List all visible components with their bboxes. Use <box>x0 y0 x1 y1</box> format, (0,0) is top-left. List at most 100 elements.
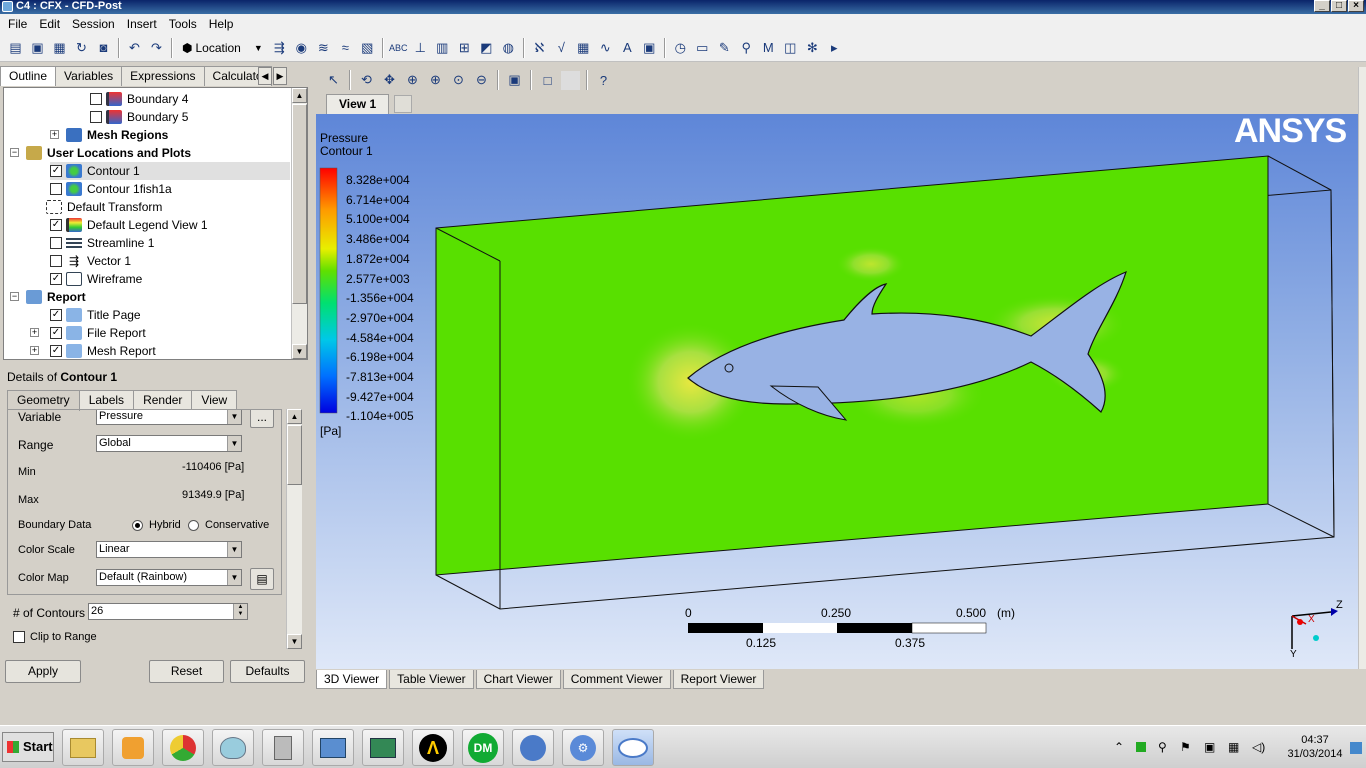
refresh-icon[interactable]: ↻ <box>72 38 91 57</box>
tab-scroll-left-button[interactable]: ◀ <box>258 67 272 85</box>
maximize-button[interactable]: □ <box>1331 0 1347 12</box>
checkbox[interactable]: ✓ <box>50 327 62 339</box>
chrome-icon[interactable] <box>162 729 204 766</box>
select-icon[interactable]: ↖ <box>324 71 343 90</box>
expand-icon[interactable]: + <box>30 328 39 337</box>
show-desktop-icon[interactable] <box>1350 742 1362 754</box>
checkbox[interactable] <box>90 111 102 123</box>
zoom-box-icon[interactable]: ⊕ <box>426 71 445 90</box>
zoom-icon[interactable]: ⊕ <box>403 71 422 90</box>
volume-icon[interactable]: ◁) <box>1252 740 1265 754</box>
tab-table-viewer[interactable]: Table Viewer <box>389 670 474 689</box>
paint-icon[interactable] <box>212 729 254 766</box>
workbench-app-icon[interactable] <box>512 729 554 766</box>
tree-item-mesh-report[interactable]: ✓ Mesh Report <box>50 342 156 359</box>
tree-item-report[interactable]: Report <box>26 288 86 306</box>
checkbox[interactable] <box>50 255 62 267</box>
tab-comment-viewer[interactable]: Comment Viewer <box>562 670 671 689</box>
color-map-select[interactable]: Default (Rainbow) ▼ <box>96 569 242 586</box>
minimize-button[interactable]: _ <box>1314 0 1330 12</box>
new-view-button[interactable] <box>394 95 412 113</box>
variable-select[interactable]: Pressure ▼ <box>96 410 242 425</box>
clip-plane-icon[interactable]: ◩ <box>477 38 496 57</box>
collapse-icon[interactable]: − <box>10 148 19 157</box>
color-map-edit-icon[interactable]: ▤ <box>250 568 274 590</box>
3d-viewport[interactable]: Pressure Contour 1 8.328e+004 6.714e+004… <box>316 114 1360 669</box>
pan-icon[interactable]: ✥ <box>380 71 399 90</box>
reset-button[interactable]: Reset <box>149 660 224 683</box>
close-button[interactable]: × <box>1348 0 1364 12</box>
menu-file[interactable]: File <box>2 17 33 31</box>
coordinate-frame-icon[interactable]: ⊥ <box>411 38 430 57</box>
tab-view-1[interactable]: View 1 <box>326 94 390 114</box>
rotate-icon[interactable]: ⟲ <box>357 71 376 90</box>
tree-item-mesh-regions[interactable]: Mesh Regions <box>66 126 168 144</box>
text-icon[interactable]: ABC <box>389 38 408 57</box>
network-icon[interactable]: ▦ <box>1228 740 1239 754</box>
tree-item-wireframe[interactable]: ✓ Wireframe <box>50 270 142 288</box>
tab-outline[interactable]: Outline <box>0 66 57 86</box>
media-player-icon[interactable] <box>112 729 154 766</box>
details-scrollbar[interactable]: ▲ ▼ <box>286 409 302 649</box>
comment-icon[interactable]: A <box>618 38 637 57</box>
streamline-icon[interactable]: ≋ <box>314 38 333 57</box>
checkbox[interactable] <box>90 93 102 105</box>
scroll-up-icon[interactable]: ▲ <box>287 409 302 424</box>
particle-track-icon[interactable]: ≈ <box>336 38 355 57</box>
range-select[interactable]: Global ▼ <box>96 435 242 452</box>
system-monitor-icon[interactable] <box>362 729 404 766</box>
fit-view-icon[interactable]: ▣ <box>505 71 524 90</box>
collapse-icon[interactable]: − <box>10 292 19 301</box>
tree-item-file-report[interactable]: ✓ File Report <box>50 324 146 342</box>
redo-icon[interactable]: ↷ <box>147 38 166 57</box>
expand-icon[interactable]: + <box>50 130 59 139</box>
hybrid-radio[interactable] <box>132 520 143 531</box>
command-editor-icon[interactable]: ▸ <box>825 38 844 57</box>
contour-icon[interactable]: ◉ <box>292 38 311 57</box>
tree-item-contour-fish[interactable]: Contour 1fish1a <box>50 180 172 198</box>
probe-icon[interactable]: ⚲ <box>737 38 756 57</box>
ansys-workbench-icon[interactable]: Λ <box>412 729 454 766</box>
tab-3d-viewer[interactable]: 3D Viewer <box>316 670 388 689</box>
tree-item-user-locations[interactable]: User Locations and Plots <box>26 144 191 162</box>
legend-icon[interactable]: ▥ <box>433 38 452 57</box>
animation-icon[interactable]: ▭ <box>693 38 712 57</box>
clock[interactable]: 04:37 31/03/2014 <box>1285 733 1345 761</box>
tab-report-viewer[interactable]: Report Viewer <box>672 670 765 689</box>
checkbox[interactable]: ✓ <box>50 165 62 177</box>
explorer-icon[interactable] <box>62 729 104 766</box>
screenshot-icon[interactable]: ◙ <box>94 38 113 57</box>
scroll-down-icon[interactable]: ▼ <box>287 634 302 649</box>
tree-scrollbar[interactable]: ▲ ▼ <box>291 88 307 359</box>
zoom-out-icon[interactable]: ⊖ <box>472 71 491 90</box>
tray-device-icon[interactable]: ▣ <box>1204 740 1215 754</box>
menu-edit[interactable]: Edit <box>33 17 66 31</box>
save-icon[interactable]: ▦ <box>50 38 69 57</box>
tab-view[interactable]: View <box>191 390 238 410</box>
tree-item-legend-view[interactable]: ✓ Default Legend View 1 <box>50 216 208 234</box>
color-map-icon[interactable]: ◍ <box>499 38 518 57</box>
tray-app-icon[interactable] <box>1136 742 1146 752</box>
cfd-post-icon[interactable] <box>612 729 654 766</box>
help-icon[interactable]: ? <box>594 71 613 90</box>
tree-item-default-transform[interactable]: Default Transform <box>46 198 162 216</box>
open-icon[interactable]: ▣ <box>28 38 47 57</box>
zoom-fit-icon[interactable]: ⊙ <box>449 71 468 90</box>
checkbox[interactable] <box>50 183 62 195</box>
color-scale-select[interactable]: Linear ▼ <box>96 541 242 558</box>
checkbox[interactable]: ✓ <box>50 345 62 357</box>
volume-rendering-icon[interactable]: ▧ <box>358 38 377 57</box>
scroll-down-icon[interactable]: ▼ <box>292 344 307 359</box>
start-button[interactable]: Start <box>2 732 54 762</box>
variable-browse-button[interactable]: ... <box>250 410 274 428</box>
quick-editor-icon[interactable]: ✎ <box>715 38 734 57</box>
checkbox[interactable]: ✓ <box>50 309 62 321</box>
tree-item-boundary-4[interactable]: Boundary 4 <box>90 90 188 108</box>
remote-desktop-icon[interactable] <box>312 729 354 766</box>
layout-icon[interactable]: □ <box>538 71 557 90</box>
layout-split-icon[interactable] <box>561 70 580 90</box>
apply-button[interactable]: Apply <box>5 660 81 683</box>
menu-tools[interactable]: Tools <box>163 17 203 31</box>
clip-to-range-checkbox[interactable] <box>13 631 25 643</box>
defaults-button[interactable]: Defaults <box>230 660 305 683</box>
